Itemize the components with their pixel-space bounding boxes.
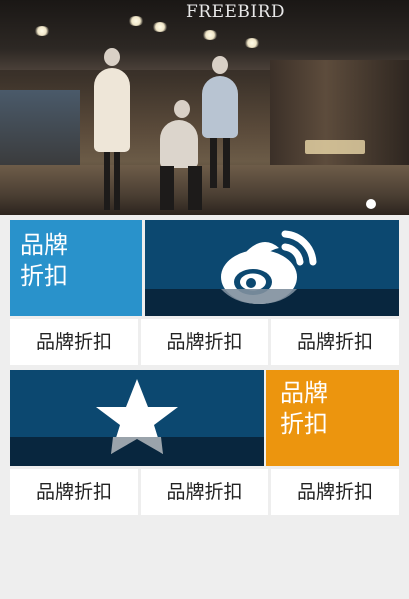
tile-label: 品牌 折扣: [280, 379, 328, 438]
brand-discount-feature-tile[interactable]: 品牌 折扣: [10, 220, 142, 316]
brand-discount-cell[interactable]: 品牌折扣: [271, 319, 399, 365]
tile-label: 品牌 折扣: [20, 231, 68, 290]
brand-discount-feature-tile[interactable]: 品牌 折扣: [266, 370, 399, 466]
ceiling-lamp: [128, 16, 144, 26]
ceiling-lamp: [244, 38, 260, 48]
ceiling-lamp: [152, 22, 168, 32]
store-banner-carousel[interactable]: FREEBIRD: [0, 0, 409, 215]
shelf-light: [305, 140, 365, 154]
brand-discount-cell[interactable]: 品牌折扣: [271, 469, 399, 515]
weibo-tile[interactable]: [145, 220, 399, 316]
weibo-icon: [221, 230, 317, 304]
mannequin-figure: [92, 48, 132, 213]
favorite-star-tile[interactable]: [10, 370, 264, 466]
brand-discount-cell[interactable]: 品牌折扣: [10, 469, 138, 515]
star-icon: [96, 379, 178, 454]
mannequin-figure: [198, 56, 242, 191]
ceiling-lamp: [202, 30, 218, 40]
clothing-rack: [0, 90, 80, 170]
brand-discount-cell[interactable]: 品牌折扣: [10, 319, 138, 365]
store-sign: FREEBIRD: [186, 2, 286, 22]
ceiling-lamp: [34, 26, 50, 36]
carousel-indicator-dot[interactable]: [366, 199, 376, 209]
brand-discount-cell[interactable]: 品牌折扣: [141, 469, 268, 515]
brand-discount-cell[interactable]: 品牌折扣: [141, 319, 268, 365]
